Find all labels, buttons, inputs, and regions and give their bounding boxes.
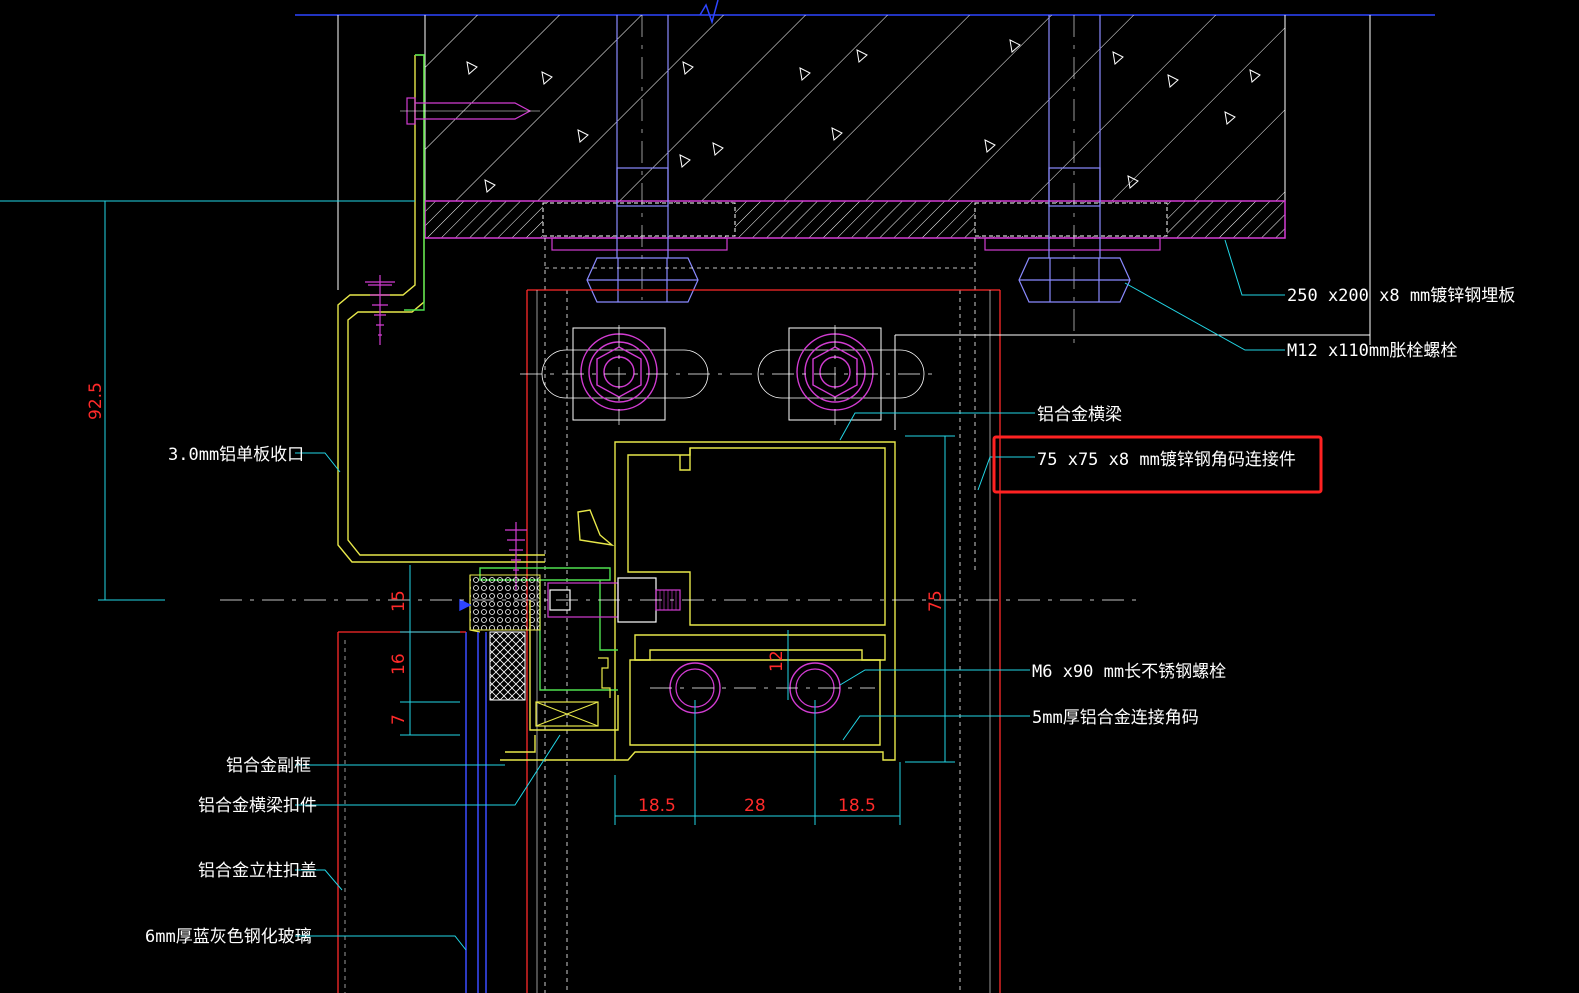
dim-15: 15	[389, 590, 409, 612]
label-transom-cover: 铝合金横梁扣件	[198, 796, 317, 816]
label-ss-bolt: M6 x90 mm长不锈钢螺栓	[1032, 662, 1226, 682]
mullion-hidden-lines	[544, 238, 976, 993]
label-cover-flashing: 3.0mm铝单板收口	[168, 445, 304, 465]
label-steel-angle: 75 x75 x8 mm镀锌钢角码连接件	[1037, 450, 1296, 470]
cad-drawing-canvas: 92.5 15 16 7 75 12 18.5 28 18.5 250 x200…	[0, 0, 1579, 993]
aluminum-transom	[577, 441, 896, 761]
screw-top	[365, 275, 395, 345]
bolt-washers-top	[520, 325, 935, 425]
label-transom: 铝合金横梁	[1037, 405, 1122, 425]
dim-18-5-left: 18.5	[638, 796, 676, 816]
label-sub-frame: 铝合金副框	[226, 756, 311, 776]
label-embed-plate: 250 x200 x8 mm镀锌钢埋板	[1287, 286, 1515, 306]
dim-28: 28	[744, 796, 766, 816]
concrete-slab	[295, 0, 1435, 345]
glass-pane	[465, 632, 487, 993]
lower-cover-panel	[337, 631, 466, 993]
dim-12: 12	[767, 650, 787, 672]
leader-lines	[295, 239, 1285, 951]
dim-92-5: 92.5	[86, 382, 106, 420]
transom-slot-holes	[650, 662, 875, 714]
label-mullion-cover: 铝合金立柱扣盖	[198, 861, 317, 881]
dim-16: 16	[389, 653, 409, 675]
embedded-steel-plate	[424, 200, 1286, 251]
dim-18-5-right: 18.5	[838, 796, 876, 816]
label-glass: 6mm厚蓝灰色钢化玻璃	[145, 927, 312, 947]
dim-75: 75	[926, 590, 946, 612]
dim-7: 7	[389, 714, 409, 725]
label-anchor-bolt: M12 x110mm胀栓螺栓	[1287, 341, 1457, 361]
mullion-outline	[526, 289, 1001, 993]
label-alu-angle: 5mm厚铝合金连接角码	[1032, 708, 1199, 728]
